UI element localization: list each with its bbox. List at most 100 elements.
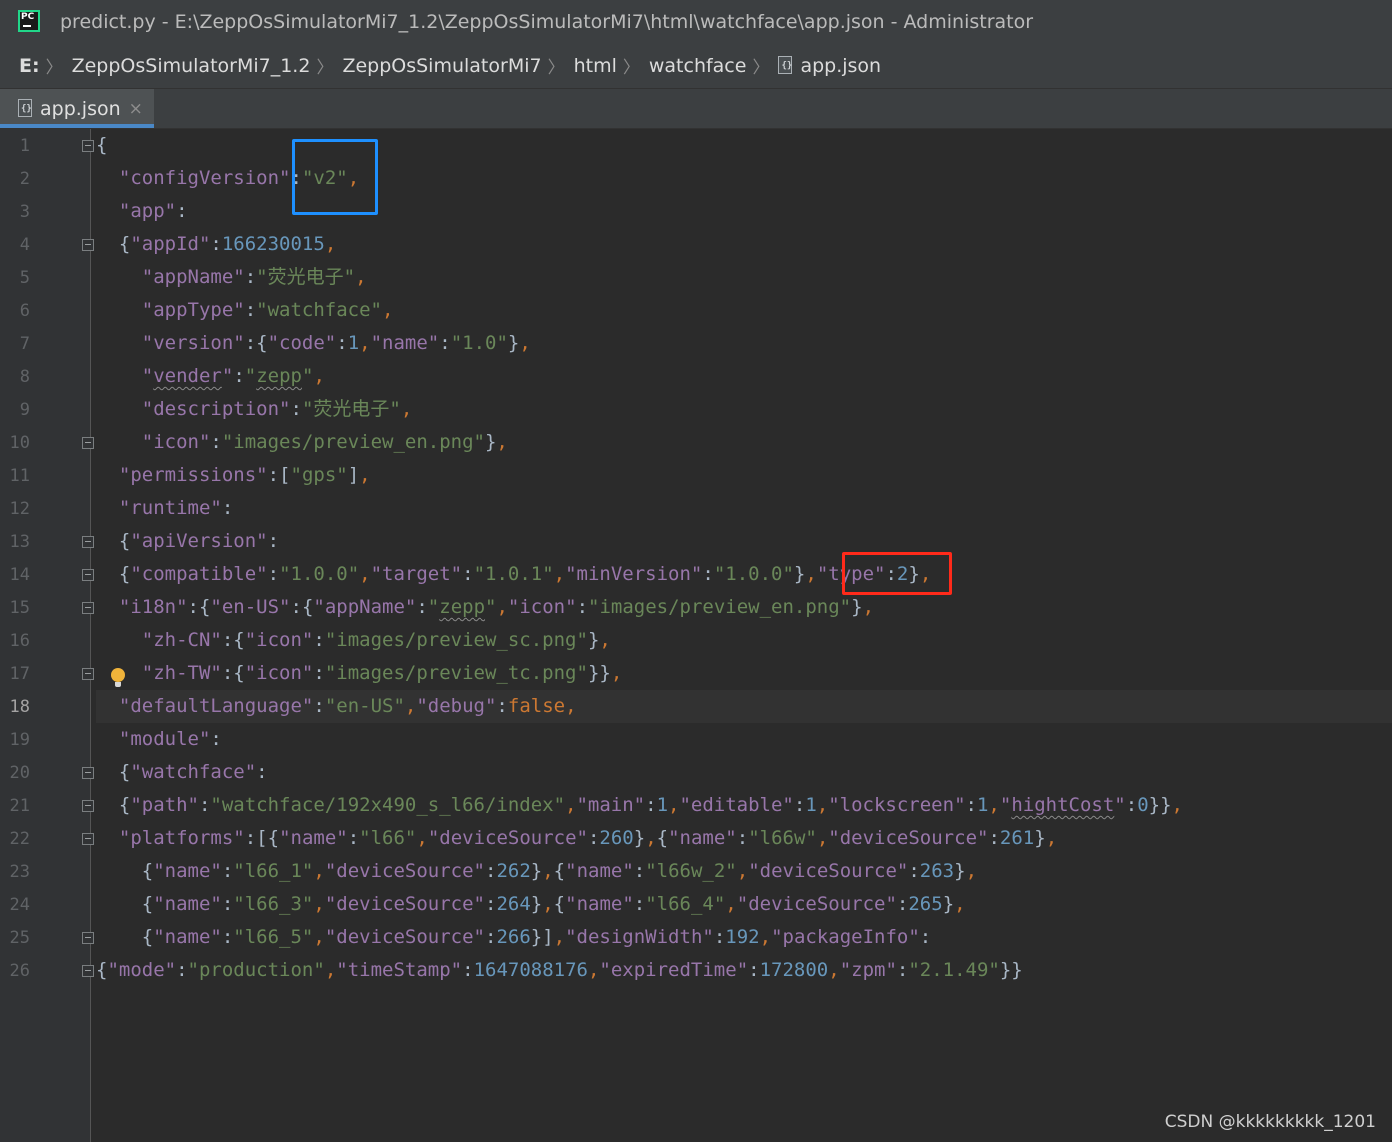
breadcrumb-item-root[interactable]: ZeppOsSimulatorMi7_1.2 [72, 55, 311, 77]
fold-toggle-icon[interactable] [82, 140, 94, 152]
code-line[interactable]: "icon":"images/preview_en.png"}, [96, 426, 1392, 459]
json-file-icon [18, 99, 34, 118]
code-token: 265 [908, 893, 943, 915]
code-line[interactable]: "defaultLanguage":"en-US","debug":false, [96, 690, 1392, 723]
breadcrumb-item-html[interactable]: html [574, 55, 617, 77]
line-number: 16 [9, 631, 30, 651]
code-token: "deviceSource" [324, 860, 485, 882]
code-token: "icon" [507, 596, 577, 618]
code-line[interactable]: "vender":"zepp", [96, 360, 1392, 393]
code-line[interactable]: "version":{"code":1,"name":"1.0"}, [96, 327, 1392, 360]
code-token: "watchface/192x490_s_l66/index" [210, 794, 566, 816]
code-line[interactable]: {"path":"watchface/192x490_s_l66/index",… [96, 789, 1392, 822]
code-token: :[{ [244, 827, 280, 849]
code-line[interactable]: "description":"荧光电子", [96, 393, 1392, 426]
code-token: "l66_1" [233, 860, 314, 882]
code-token: 172800 [759, 959, 829, 981]
code-token: "1.0.1" [473, 563, 554, 585]
code-token: "i18n" [118, 596, 188, 618]
code-line[interactable]: "appType":"watchface", [96, 294, 1392, 327]
breadcrumb-item-watchface[interactable]: watchface [649, 55, 747, 77]
breadcrumb-item-project[interactable]: ZeppOsSimulatorMi7 [342, 55, 541, 77]
code-line[interactable]: { [96, 129, 1392, 162]
code-token: : [462, 959, 474, 981]
code-token: "minVersion" [565, 563, 703, 585]
line-number: 11 [9, 466, 30, 486]
code-token: { [96, 233, 131, 255]
fold-toggle-icon[interactable] [82, 932, 94, 944]
code-line[interactable]: "configVersion":"v2", [96, 162, 1392, 195]
code-token: : [896, 893, 909, 915]
code-line[interactable]: "i18n":{"en-US":{"appName":"zepp","icon"… [96, 591, 1392, 624]
code-token: { [96, 926, 154, 948]
code-line[interactable]: "runtime": [96, 492, 1392, 525]
breadcrumb-item-file[interactable]: app.json [800, 55, 881, 77]
editor-tab-bar: app.json × [0, 89, 1392, 129]
fold-toggle-icon[interactable] [82, 569, 94, 581]
code-token: , [599, 629, 611, 651]
code-token: :[ [267, 464, 291, 486]
fold-toggle-icon[interactable] [82, 833, 94, 845]
code-token: "荧光电子" [256, 266, 356, 288]
breadcrumb-item-drive[interactable]: E: [19, 55, 40, 77]
code-token: } [793, 563, 806, 585]
code-token: "l66_5" [233, 926, 314, 948]
code-token: : [484, 893, 497, 915]
code-token: "icon" [244, 662, 314, 684]
code-token: "deviceSource" [324, 926, 485, 948]
code-token: : [244, 299, 257, 321]
fold-toggle-icon[interactable] [82, 602, 94, 614]
code-line[interactable]: "appName":"荧光电子", [96, 261, 1392, 294]
code-token: 264 [496, 893, 531, 915]
code-line[interactable]: {"name":"l66_5","deviceSource":266}],"de… [96, 921, 1392, 954]
chevron-right-icon: 〉 [547, 58, 565, 78]
code-line[interactable]: {"watchface": [96, 756, 1392, 789]
code-line[interactable]: "app": [96, 195, 1392, 228]
code-token: "platforms" [118, 827, 245, 849]
line-number: 6 [19, 301, 30, 321]
code-line[interactable]: {"name":"l66_1","deviceSource":262},{"na… [96, 855, 1392, 888]
code-line[interactable]: {"compatible":"1.0.0","target":"1.0.1","… [96, 558, 1392, 591]
code-line[interactable]: "platforms":[{"name":"l66","deviceSource… [96, 822, 1392, 855]
fold-toggle-icon[interactable] [82, 536, 94, 548]
code-token: "lockscreen" [828, 794, 966, 816]
code-token: , [382, 299, 394, 321]
tab-app-json[interactable]: app.json × [0, 89, 154, 128]
code-token: "1.0.0" [713, 563, 794, 585]
fold-toggle-icon[interactable] [82, 800, 94, 812]
window-title: predict.py - E:\ZeppOsSimulatorMi7_1.2\Z… [60, 11, 1034, 33]
fold-toggle-icon[interactable] [82, 437, 94, 449]
code-line[interactable]: {"appId":166230015, [96, 228, 1392, 261]
fold-toggle-icon[interactable] [82, 965, 94, 977]
fold-toggle-icon[interactable] [82, 239, 94, 251]
code-token: "permissions" [118, 464, 268, 486]
code-line[interactable]: "zh-CN":{"icon":"images/preview_sc.png"}… [96, 624, 1392, 657]
code-token: "appId" [130, 233, 211, 255]
code-token: "icon" [141, 431, 211, 453]
code-line[interactable]: "permissions":["gps"], [96, 459, 1392, 492]
code-line[interactable]: {"mode":"production","timeStamp":1647088… [96, 954, 1392, 987]
code-token: "images/preview_tc.png" [324, 662, 588, 684]
code-line[interactable]: {"apiVersion": [96, 525, 1392, 558]
code-token: } [530, 893, 543, 915]
code-token: , [587, 959, 600, 981]
code-token: } [507, 332, 520, 354]
code-line[interactable]: {"name":"l66_3","deviceSource":264},{"na… [96, 888, 1392, 921]
code-token: "compatible" [130, 563, 268, 585]
code-token: : [210, 728, 222, 750]
code-token: "code" [267, 332, 337, 354]
fold-toggle-icon[interactable] [82, 668, 94, 680]
line-number: 9 [19, 400, 30, 420]
code-token: , [313, 860, 325, 882]
code-token: "deviceSource" [828, 827, 989, 849]
code-line[interactable]: "zh-TW":{"icon":"images/preview_tc.png"}… [96, 657, 1392, 690]
code-token: "l66_4" [645, 893, 726, 915]
close-icon[interactable]: × [129, 99, 143, 119]
fold-toggle-icon[interactable] [82, 767, 94, 779]
code-token: , [519, 332, 531, 354]
code-token: , [542, 860, 554, 882]
code-line[interactable]: "module": [96, 723, 1392, 756]
code-token: : [336, 332, 348, 354]
